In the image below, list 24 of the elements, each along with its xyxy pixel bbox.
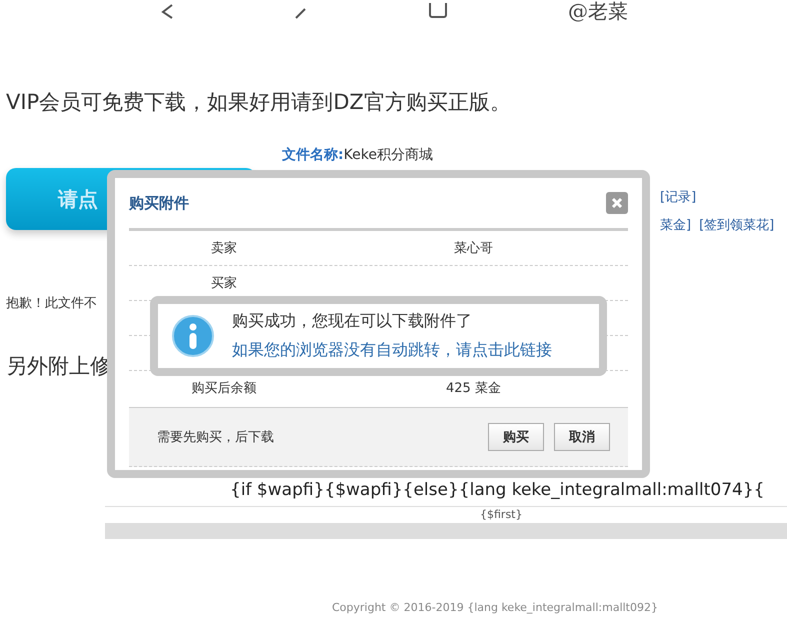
row-value: 菜心哥 — [453, 240, 494, 257]
apology-text: 抱歉！此文件不 — [6, 295, 97, 312]
redirect-link[interactable]: 如果您的浏览器没有自动跳转，请点击此链接 — [232, 340, 552, 361]
notice-text: VIP会员可免费下载，如果好用请到DZ官方购买正版。 — [6, 89, 511, 116]
close-icon[interactable] — [606, 192, 628, 214]
link[interactable]: [签到领菜花] — [699, 216, 774, 234]
template-text: {if $wapfi}{$wapfi}{else}{lang keke_integralmall:mallt074}{ — [230, 480, 764, 500]
site-logo: @老菜 — [568, 1, 628, 21]
success-message: 购买成功，您现在可以下载附件了 — [232, 311, 473, 332]
row-label: 购买后余额 — [190, 380, 258, 397]
dialog-button[interactable]: 取消 — [554, 423, 610, 451]
copyright-text: Copyright © 2016-2019 {lang keke_integralmall:mallt092} — [332, 601, 658, 614]
info-icon — [172, 315, 214, 357]
row-value: 425 菜金 — [445, 380, 502, 397]
dialog-title: 购买附件 — [129, 194, 189, 212]
dialog-button[interactable]: 购买 — [488, 423, 544, 451]
footer-note: 需要先购买，后下载 — [157, 429, 274, 446]
link[interactable]: 菜金] — [660, 216, 692, 234]
record-link[interactable]: [记录] — [660, 188, 774, 206]
file-name: 文件名称:Keke积分商城 — [282, 146, 433, 164]
back-icon[interactable] — [160, 3, 174, 19]
row-label: 卖家 — [210, 240, 238, 257]
row-label: 买家 — [210, 275, 238, 292]
template-text: {$first} — [480, 508, 522, 521]
